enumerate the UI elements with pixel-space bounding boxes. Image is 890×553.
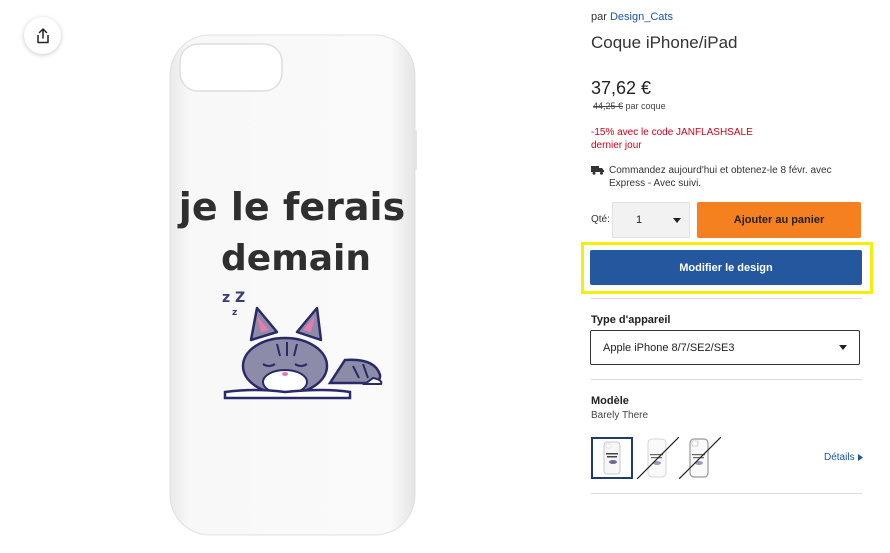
promo-line1: -15% avec le code JANFLASHSALE	[591, 127, 753, 138]
add-to-cart-button[interactable]: Ajouter au panier	[697, 202, 861, 238]
modify-design-button[interactable]: Modifier le design	[590, 250, 862, 285]
model-selected-name: Barely There	[591, 410, 649, 421]
price: 37,62 €	[591, 78, 652, 98]
device-type-label: Type d'appareil	[591, 314, 671, 326]
share-icon	[36, 27, 49, 43]
divider	[591, 493, 862, 494]
promo-line2: dernier jour	[591, 140, 642, 151]
case-text-line1: je le ferais	[177, 185, 405, 229]
per-unit-label: par coque	[625, 101, 666, 111]
quantity-label: Qté:	[591, 214, 610, 225]
zzz-text: z Z	[222, 290, 245, 306]
case-text-line2: demain	[221, 238, 371, 279]
model-thumb-unavailable-1[interactable]	[637, 437, 679, 479]
delivery-line1: Commandez aujourd'hui et obtenez-le 8 fé…	[609, 165, 832, 176]
details-label: Détails	[824, 452, 855, 463]
divider	[591, 379, 862, 380]
by-prefix: par	[591, 11, 607, 23]
share-button[interactable]	[24, 17, 61, 54]
model-thumb-unavailable-2[interactable]	[679, 437, 721, 479]
caret-down-icon	[665, 217, 689, 223]
product-title: Coque iPhone/iPad	[591, 33, 738, 52]
truck-icon	[591, 166, 604, 175]
caret-down-icon	[839, 345, 847, 350]
delivery-line2: Express - Avec suivi.	[609, 178, 702, 189]
shop-link[interactable]: Design_Cats	[610, 11, 673, 23]
shop-attribution: par Design_Cats	[591, 11, 673, 23]
model-thumb-barely-there[interactable]	[591, 437, 633, 479]
caret-right-icon	[858, 453, 864, 461]
product-image: je le ferais demain z Z z	[150, 30, 430, 540]
device-type-value: Apple iPhone 8/7/SE2/SE3	[603, 341, 735, 354]
promo-text: -15% avec le code JANFLASHSALE dernier j…	[591, 126, 753, 152]
quantity-select[interactable]: 1	[612, 202, 690, 238]
details-link[interactable]: Détails	[824, 452, 864, 463]
quantity-value: 1	[635, 214, 643, 226]
divider	[591, 298, 862, 299]
old-price: 44,25 €	[593, 101, 624, 111]
device-type-select[interactable]: Apple iPhone 8/7/SE2/SE3	[590, 330, 860, 365]
delivery-info: Commandez aujourd'hui et obtenez-le 8 fé…	[591, 164, 861, 190]
zzz-small-text: z	[232, 308, 237, 318]
old-price-line: 44,25 € par coque	[593, 101, 666, 111]
model-label: Modèle	[591, 395, 629, 407]
